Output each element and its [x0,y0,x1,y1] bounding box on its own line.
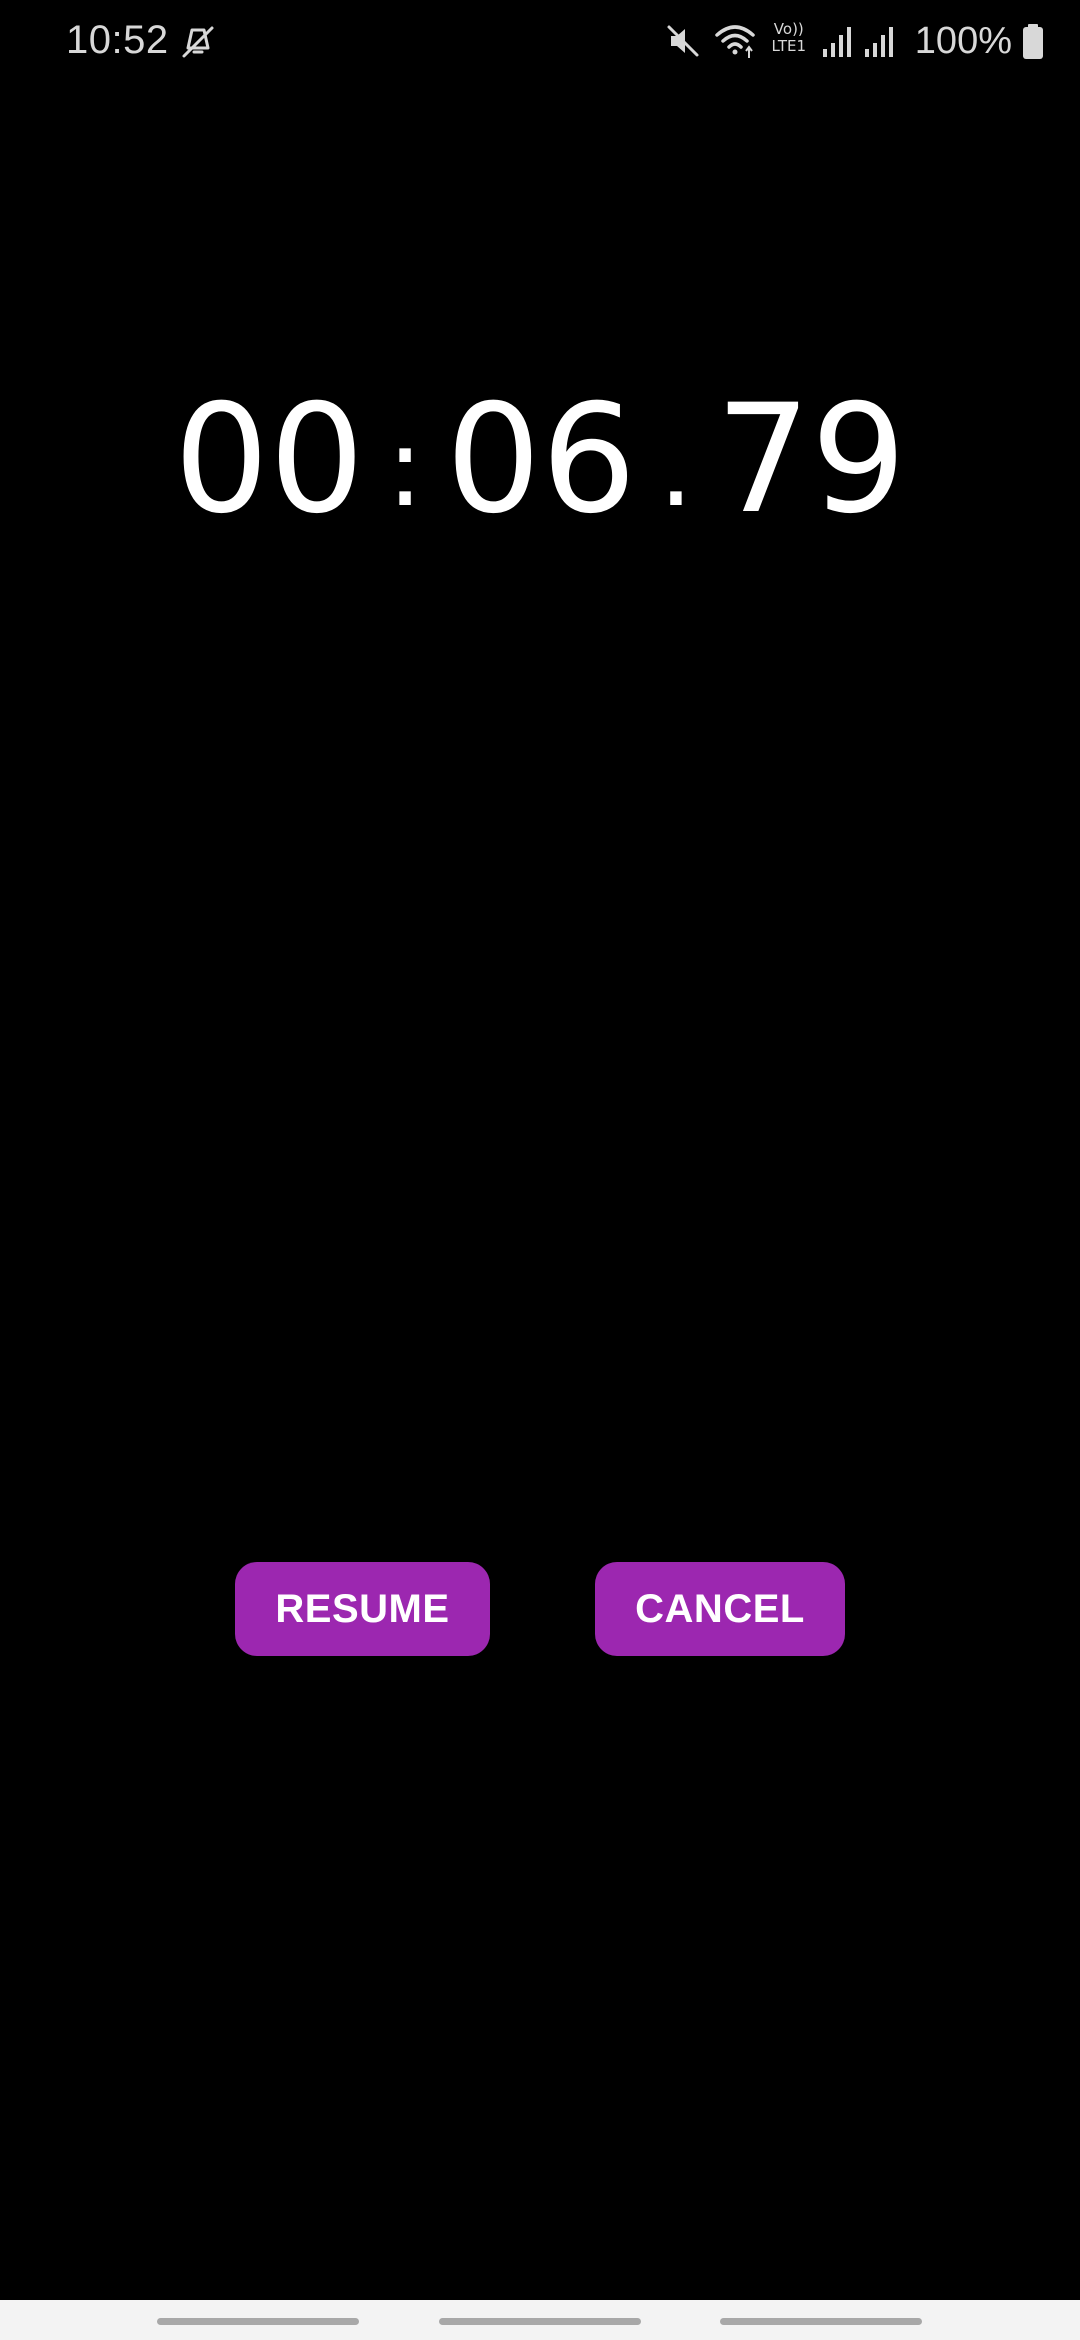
navigation-bar [0,2300,1080,2340]
mute-icon [667,25,699,57]
wifi-icon [715,25,755,58]
dnd-off-icon [182,26,214,58]
cancel-button[interactable]: CANCEL [595,1562,845,1656]
timer-colon: : [386,403,424,531]
status-bar: 10:52 Vo)) LTE1 100% [0,0,1080,84]
stopwatch-display: 00:06. 79 [0,370,1080,557]
nav-back-handle[interactable] [720,2318,922,2325]
battery-icon [1023,24,1043,59]
nav-recents-handle[interactable] [157,2318,359,2325]
status-icons: Vo)) LTE1 100% [663,16,1044,66]
battery-percent: 100% [914,19,1012,62]
status-time: 10:52 [66,18,169,62]
volte-top-label: Vo)) [773,20,804,38]
timer-minutes: 00 [173,373,365,547]
volte-bottom-label: LTE1 [771,37,807,55]
resume-button[interactable]: RESUME [235,1562,490,1656]
timer-hundredths: 79 [715,373,907,547]
signal-icon [864,27,893,57]
timer-seconds: 06 [445,373,637,547]
nav-home-handle[interactable] [439,2318,641,2325]
timer-dot: . [658,403,694,531]
volte-lte-icon: Vo)) LTE1 [767,21,811,61]
signal-icon [822,27,851,57]
